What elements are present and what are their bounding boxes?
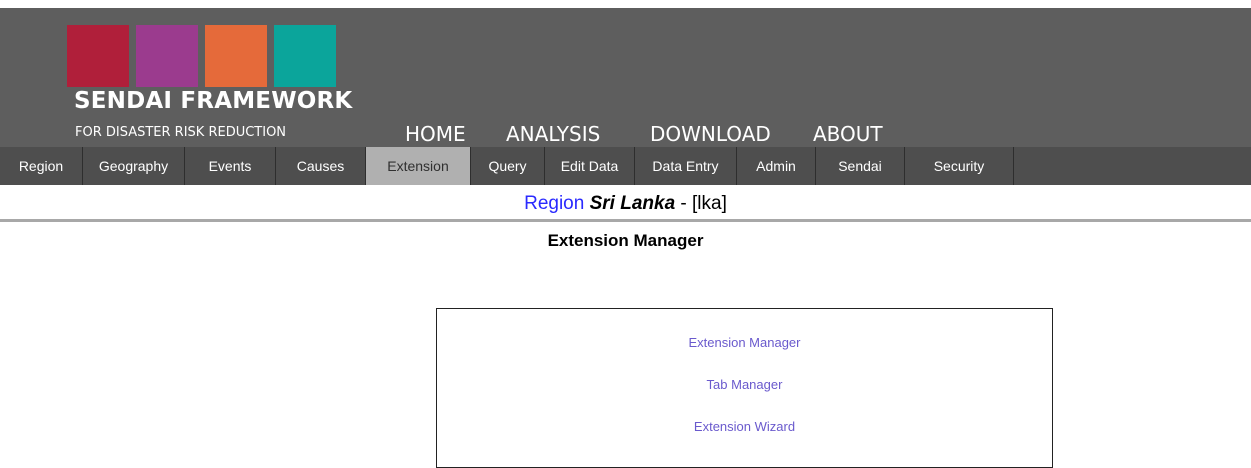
nav-download[interactable]: DOWNLOAD [650,122,771,146]
link-extension-wizard[interactable]: Extension Wizard [437,419,1052,434]
link-extension-manager[interactable]: Extension Manager [437,335,1052,350]
tab-data-entry[interactable]: Data Entry [635,147,737,185]
tab-query[interactable]: Query [471,147,545,185]
tab-geography[interactable]: Geography [83,147,185,185]
logo-subtitle: FOR DISASTER RISK REDUCTION [75,125,287,140]
page-title: Extension Manager [547,231,704,250]
tab-causes[interactable]: Causes [276,147,366,185]
site-header: SENDAI FRAMEWORK FOR DISASTER RISK REDUC… [0,8,1251,147]
nav-about[interactable]: ABOUT [813,122,883,146]
tab-sendai[interactable]: Sendai [816,147,905,185]
region-code: [lka] [692,193,727,214]
logo-square-purple [136,25,198,87]
logo-square-red [67,25,129,87]
region-separator: - [675,193,693,214]
logo-title: SENDAI FRAMEWORK [74,88,353,114]
tab-extension[interactable]: Extension [366,147,471,185]
region-name: Sri Lanka [589,193,676,214]
extension-menu: Extension Manager Tab Manager Extension … [436,308,1053,468]
tab-region[interactable]: Region [0,147,83,185]
tab-edit-data[interactable]: Edit Data [545,147,635,185]
tab-bar: Region Geography Events Causes Extension… [0,147,1251,185]
tab-events[interactable]: Events [185,147,276,185]
tab-security[interactable]: Security [905,147,1014,185]
tab-admin[interactable]: Admin [737,147,816,185]
logo-square-orange [205,25,267,87]
region-header: Region Sri Lanka - [lka] [0,193,1251,215]
divider [0,219,1251,222]
nav-analysis[interactable]: ANALYSIS [506,122,600,146]
region-label: Region [524,193,585,214]
link-tab-manager[interactable]: Tab Manager [437,377,1052,392]
nav-home[interactable]: HOME [405,122,466,146]
logo-square-teal [274,25,336,87]
